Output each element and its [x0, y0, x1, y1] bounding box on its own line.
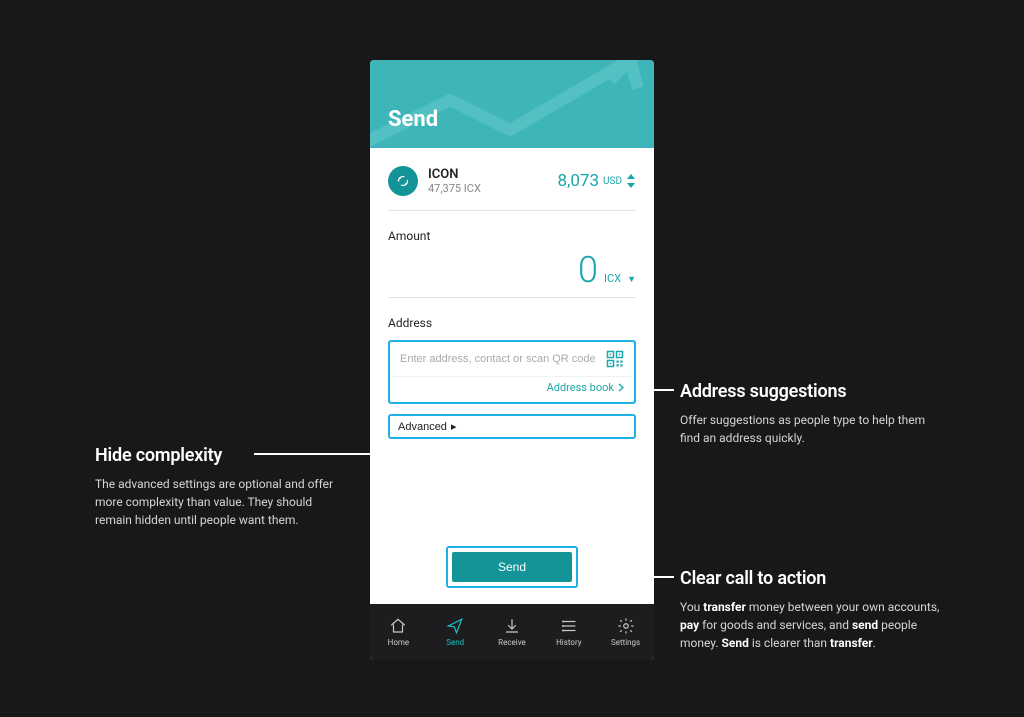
amount-label: Amount	[388, 229, 636, 243]
chevron-right-icon	[618, 383, 624, 392]
tab-bar: Home Send Receive History Settings	[370, 604, 654, 660]
advanced-button[interactable]: Advanced ▸	[388, 414, 636, 439]
tab-history[interactable]: History	[540, 604, 597, 660]
callout-clear-cta: Clear call to action You transfer money …	[680, 565, 940, 652]
sort-icon[interactable]	[626, 174, 636, 188]
fiat-balance: 8,073 USD	[557, 171, 636, 191]
coin-amount: 47,375 ICX	[428, 182, 547, 195]
settings-icon	[617, 617, 635, 635]
tab-send[interactable]: Send	[427, 604, 484, 660]
header-arrow-bg	[370, 60, 654, 148]
address-box: Address book	[388, 340, 636, 404]
address-book-link[interactable]: Address book	[390, 376, 634, 402]
callout-address-suggestions: Address suggestions Offer suggestions as…	[680, 378, 940, 447]
chevron-down-icon[interactable]: ▼	[627, 274, 636, 285]
phone-mock: Send ICON 47,375 ICX 8,073 USD Amount 0 …	[370, 60, 654, 660]
tab-receive[interactable]: Receive	[484, 604, 541, 660]
connector-line	[636, 389, 674, 391]
connector-line	[580, 576, 674, 578]
coin-icon	[388, 166, 418, 196]
home-icon	[389, 617, 407, 635]
send-icon	[446, 617, 464, 635]
tab-home[interactable]: Home	[370, 604, 427, 660]
history-icon	[560, 617, 578, 635]
amount-input[interactable]: 0 ICX ▼	[388, 249, 636, 298]
caret-right-icon: ▸	[451, 420, 457, 433]
qr-icon[interactable]	[606, 350, 624, 368]
address-label: Address	[388, 316, 636, 330]
balance-row[interactable]: ICON 47,375 ICX 8,073 USD	[388, 166, 636, 211]
tab-settings[interactable]: Settings	[597, 604, 654, 660]
connector-line	[254, 453, 378, 455]
page-title: Send	[388, 107, 438, 132]
coin-name: ICON	[428, 167, 547, 182]
screen-body: ICON 47,375 ICX 8,073 USD Amount 0 ICX ▼…	[370, 148, 654, 604]
address-input[interactable]	[400, 353, 606, 365]
send-button[interactable]: Send	[452, 552, 572, 582]
callout-hide-complexity: Hide complexity The advanced settings ar…	[95, 442, 340, 529]
send-button-highlight: Send	[446, 546, 578, 588]
receive-icon	[503, 617, 521, 635]
screen-header: Send	[370, 60, 654, 148]
